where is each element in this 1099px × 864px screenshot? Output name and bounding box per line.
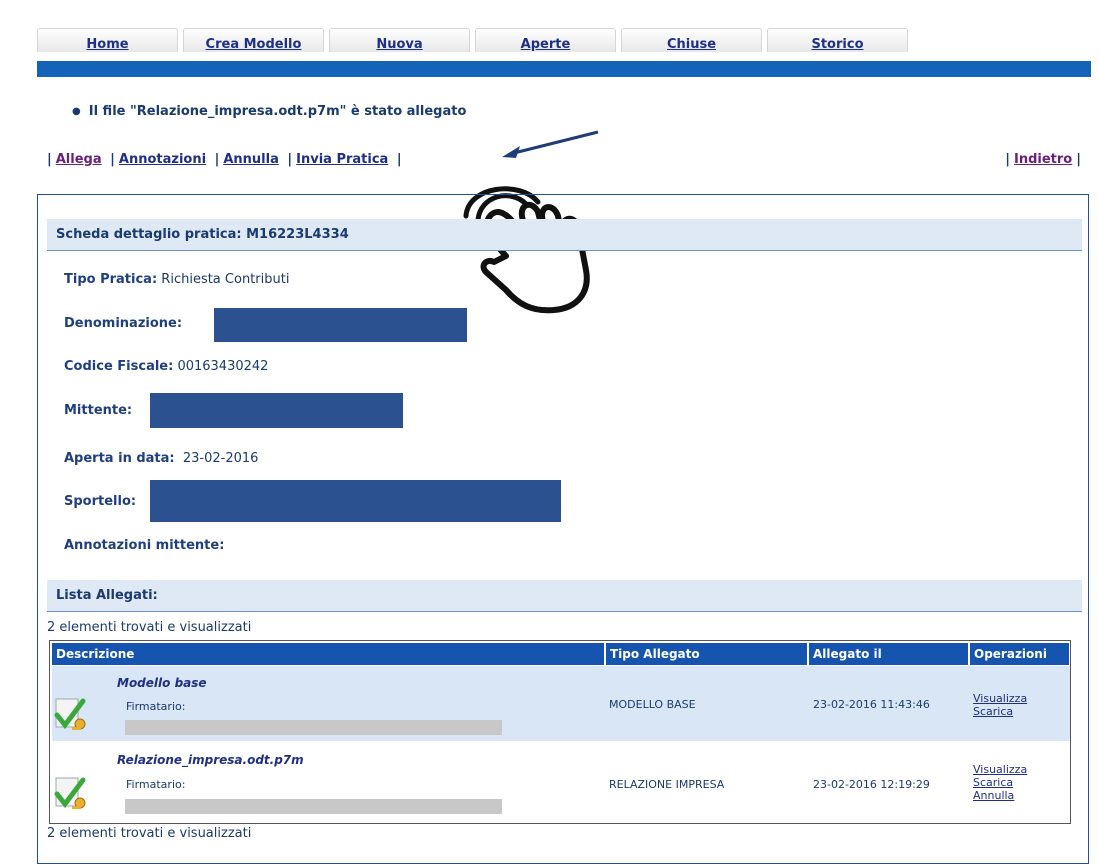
arrow-annotation-icon (502, 130, 599, 158)
scarica-link[interactable]: Scarica (973, 776, 1027, 789)
col-tipo-allegato: Tipo Allegato (606, 643, 807, 665)
redacted-sportello (150, 480, 561, 522)
attachment-operations: Visualizza Scarica (973, 692, 1027, 718)
attachment-name: Relazione_impresa.odt.p7m (117, 753, 304, 767)
attachment-type: MODELLO BASE (609, 698, 696, 711)
allega-link[interactable]: Allega (56, 152, 102, 167)
tab-crea-modello[interactable]: Crea Modello (183, 28, 324, 52)
attachment-operations: Visualizza Scarica Annulla (973, 763, 1027, 802)
attachment-name: Modello base (117, 676, 207, 690)
indietro-link[interactable]: Indietro (1014, 152, 1072, 167)
tab-aperte[interactable]: Aperte (475, 28, 616, 52)
redacted-denominazione (214, 308, 467, 342)
annulla-attachment-link[interactable]: Annulla (973, 789, 1027, 802)
annotazioni-link[interactable]: Annotazioni (119, 152, 206, 167)
col-operazioni: Operazioni (970, 643, 1069, 665)
visualizza-link[interactable]: Visualizza (973, 692, 1027, 705)
col-descrizione: Descrizione (52, 643, 604, 665)
detail-header: Scheda dettaglio pratica: M16223L4334 (47, 219, 1082, 251)
field-sportello: Sportello: (64, 494, 137, 509)
back-nav: | Indietro | (1005, 152, 1081, 167)
success-message: ● Il file "Relazione_impresa.odt.p7m" è s… (72, 104, 466, 119)
tab-nuova[interactable]: Nuova (329, 28, 470, 52)
attachment-date: 23-02-2016 11:43:46 (813, 698, 930, 711)
field-codice-fiscale: Codice Fiscale: 00163430242 (64, 359, 269, 374)
signer-label: Firmatario: (126, 700, 186, 713)
col-allegato-il: Allegato il (809, 643, 968, 665)
signer-label: Firmatario: (126, 778, 186, 791)
redacted-mittente (150, 393, 403, 428)
signed-document-icon (54, 777, 86, 809)
bullet-icon: ● (72, 106, 81, 117)
field-annotazioni-mittente: Annotazioni mittente: (64, 538, 225, 553)
field-denominazione: Denominazione: (64, 316, 183, 331)
field-aperta-in-data: Aperta in data: 23-02-2016 (64, 451, 259, 466)
action-links: | Allega | Annotazioni | Annulla | Invia Pra… (47, 152, 402, 167)
scarica-link[interactable]: Scarica (973, 705, 1027, 718)
invia-pratica-link[interactable]: Invia Pratica (296, 152, 388, 167)
field-mittente: Mittente: (64, 403, 133, 418)
attachment-date: 23-02-2016 12:19:29 (813, 778, 930, 791)
field-tipo-pratica: Tipo Pratica: Richiesta Contributi (64, 272, 290, 287)
tab-chiuse[interactable]: Chiuse (621, 28, 762, 52)
results-count-bottom: 2 elementi trovati e visualizzati (47, 826, 252, 841)
signed-document-icon (54, 698, 86, 730)
message-text: Il file "Relazione_impresa.odt.p7m" è st… (88, 104, 467, 119)
redacted-signer (125, 720, 502, 735)
tab-storico[interactable]: Storico (767, 28, 908, 52)
attachments-header: Lista Allegati: (47, 580, 1082, 612)
tab-bar (37, 61, 1091, 77)
visualizza-link[interactable]: Visualizza (973, 763, 1027, 776)
attachment-type: RELAZIONE IMPRESA (609, 778, 725, 791)
tab-home[interactable]: Home (37, 28, 178, 52)
redacted-signer (125, 799, 502, 814)
annulla-link[interactable]: Annulla (223, 152, 279, 167)
results-count-top: 2 elementi trovati e visualizzati (47, 620, 252, 635)
